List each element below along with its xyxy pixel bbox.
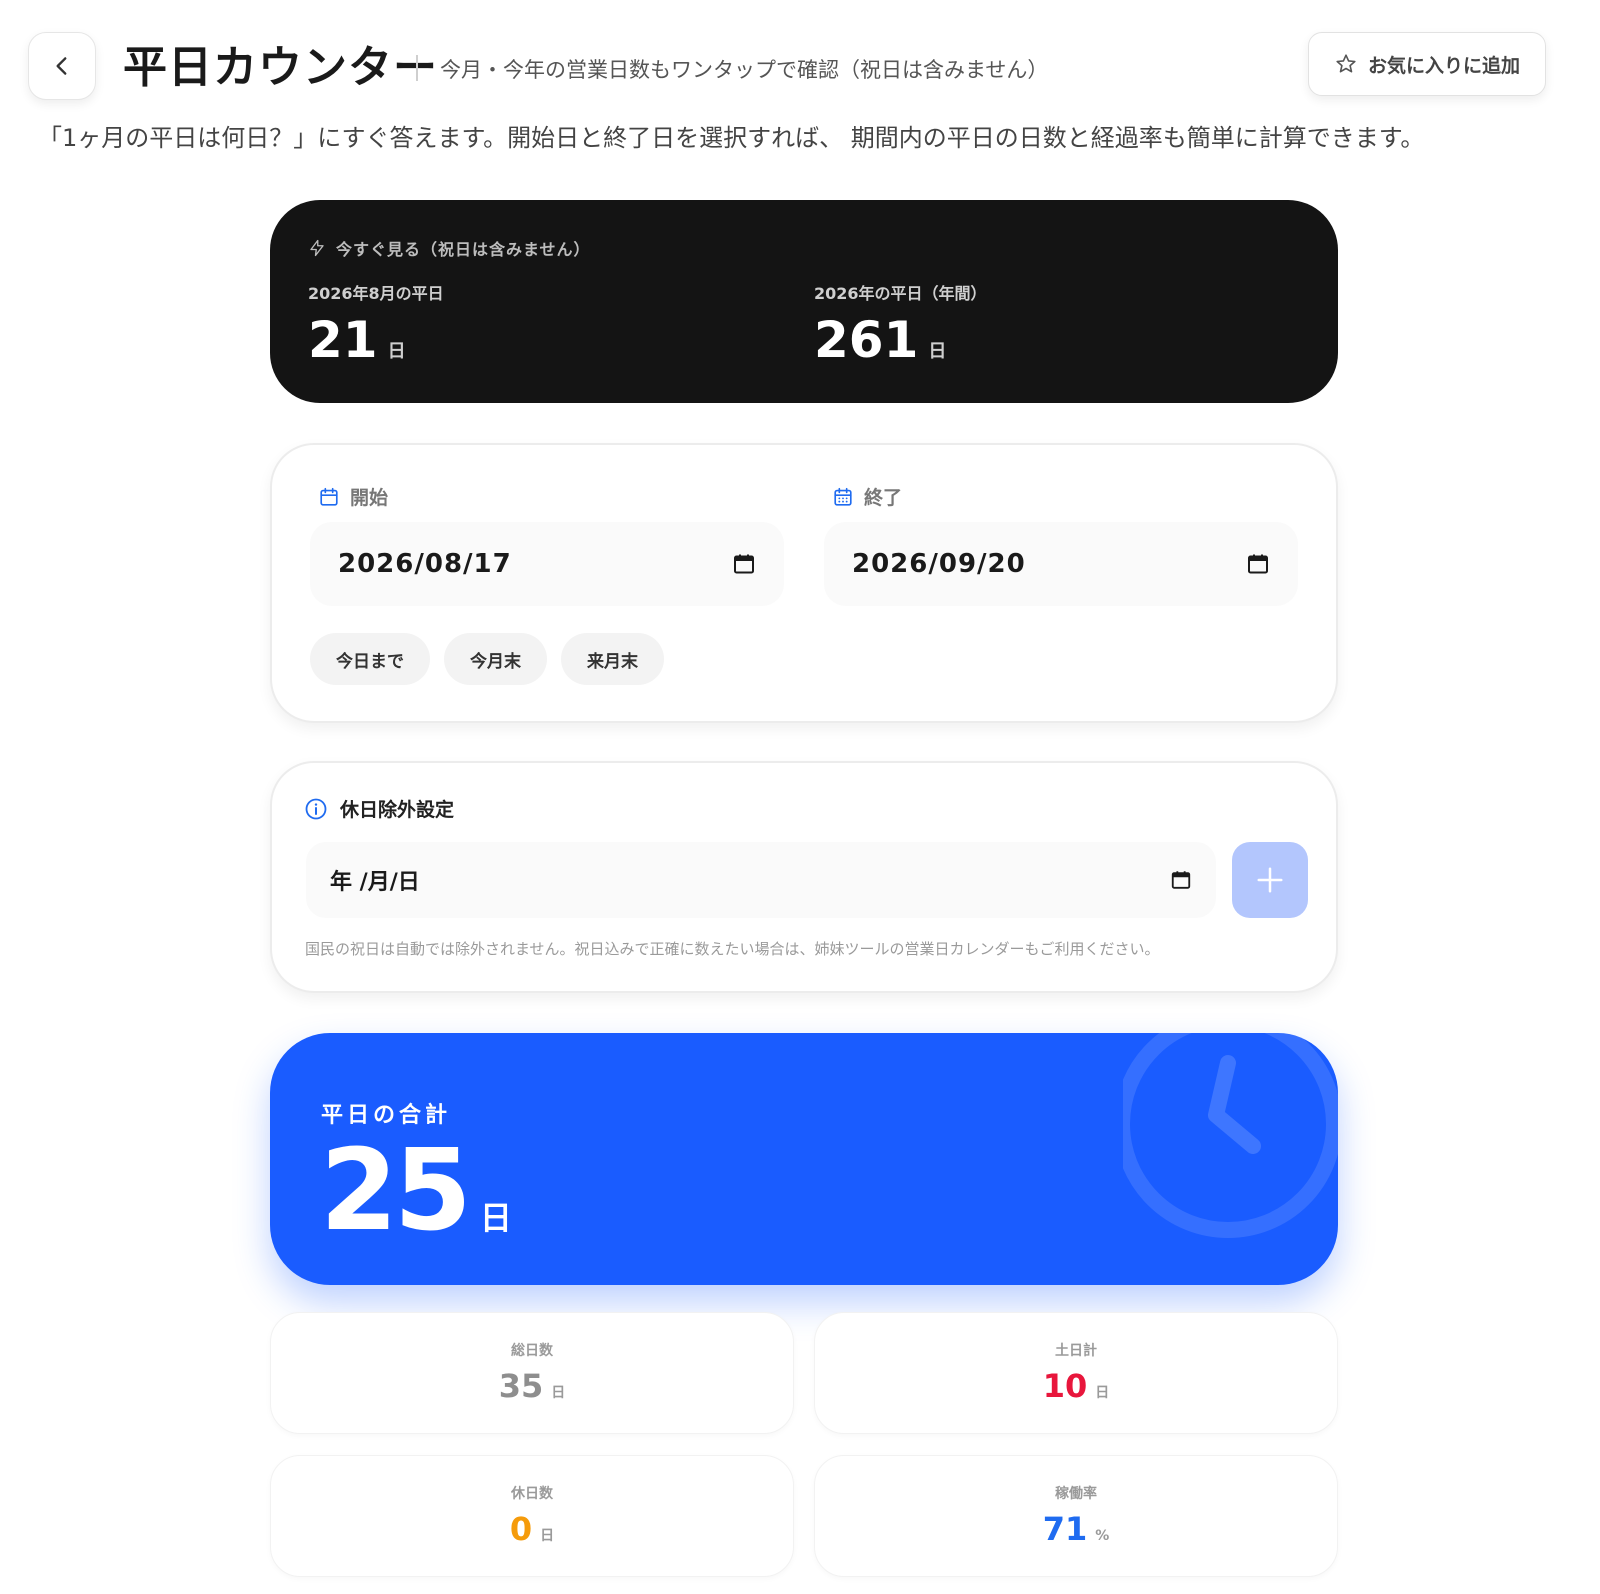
stat-label: 総日数 (511, 1343, 553, 1359)
stat-unit: 日 (1095, 1385, 1110, 1401)
holiday-date-placeholder: 年 /月/日 (330, 870, 420, 895)
page-title: 平日カウンター (123, 42, 438, 93)
end-date-value: 2026/09/20 (852, 549, 1026, 579)
page: 平日カウンター 今月・今年の営業日数もワンタップで確認（祝日は含みません） お気… (0, 0, 1600, 1594)
stat-value: 35 (498, 1367, 544, 1405)
holiday-date-input[interactable]: 年 /月/日 (306, 842, 1216, 918)
quick-year: 2026年の平日（年間） 261 日 (814, 280, 987, 368)
stat-value: 71 (1042, 1510, 1088, 1548)
page-subtitle: 今月・今年の営業日数もワンタップで確認（祝日は含みません） (440, 58, 1049, 82)
preset-until-today-button[interactable]: 今日まで (310, 633, 430, 685)
calendar-grid-icon (834, 487, 852, 506)
end-date-label-text: 終了 (864, 487, 903, 509)
start-date-label: 開始 (318, 483, 388, 510)
quick-year-unit: 日 (928, 341, 947, 362)
total-unit: 日 (479, 1199, 512, 1237)
stat-holiday-days: 休日数 0 日 (270, 1455, 794, 1577)
preset-end-of-month-button[interactable]: 今月末 (444, 633, 547, 685)
start-date-label-text: 開始 (350, 487, 389, 509)
lightning-icon (310, 239, 324, 257)
plus-icon (1257, 867, 1283, 893)
stat-unit: 日 (540, 1528, 555, 1544)
intro-text: 「1ヶ月の平日は何日？」にすぐ答えます。開始日と終了日を選択すれば、 期間内の平… (38, 124, 1425, 152)
stat-weekend-days: 土日計 10 日 (814, 1312, 1338, 1434)
star-outline-icon (1336, 54, 1356, 73)
stat-label: 土日計 (1055, 1343, 1097, 1359)
quick-view-heading-text: 今すぐ見る（祝日は含みません） (336, 240, 591, 259)
stat-label: 休日数 (511, 1486, 553, 1502)
calendar-picker-icon[interactable] (1246, 552, 1270, 576)
clock-icon (1123, 1033, 1338, 1238)
quick-month-value: 21 (308, 311, 378, 369)
preset-chips: 今日まで 今月末 来月末 (310, 633, 664, 685)
quick-month-unit: 日 (387, 341, 406, 362)
end-date-input[interactable]: 2026/09/20 (824, 522, 1298, 606)
chevron-left-icon (56, 57, 67, 75)
quick-month: 2026年8月の平日 21 日 (308, 280, 444, 368)
add-favorite-label: お気に入りに追加 (1367, 54, 1520, 77)
add-favorite-button[interactable]: お気に入りに追加 (1308, 32, 1546, 96)
stat-value: 10 (1042, 1367, 1088, 1405)
total-label: 平日の合計 (321, 1103, 452, 1128)
holiday-exclusion-card: 休日除外設定 年 /月/日 国民の祝日は自動では除外されません。祝日込みで正確に… (270, 761, 1338, 993)
stat-utilization-rate: 稼働率 71 % (814, 1455, 1338, 1577)
calendar-picker-icon[interactable] (732, 552, 756, 576)
stat-unit: 日 (551, 1385, 566, 1401)
stat-label: 稼働率 (1055, 1486, 1097, 1502)
stat-value: 0 (509, 1510, 533, 1548)
period-card: 開始 終了 2026/08/17 2026/09/20 今日まで 今月末 来月末 (270, 443, 1338, 723)
holiday-note: 国民の祝日は自動では除外されません。祝日込みで正確に数えたい場合は、姉妹ツールの… (305, 940, 1160, 958)
stat-unit: % (1095, 1528, 1110, 1544)
calendar-icon (320, 487, 338, 506)
start-date-value: 2026/08/17 (338, 549, 512, 579)
quick-month-label: 2026年8月の平日 (308, 284, 444, 303)
info-circle-icon (305, 798, 327, 819)
start-date-input[interactable]: 2026/08/17 (310, 522, 784, 606)
total-weekdays-card: 平日の合計 25 日 (270, 1033, 1338, 1285)
add-holiday-button[interactable] (1232, 842, 1308, 918)
back-button[interactable] (28, 32, 96, 100)
quick-year-value: 261 (814, 311, 919, 369)
preset-end-of-next-month-button[interactable]: 来月末 (561, 633, 664, 685)
calendar-picker-icon[interactable] (1170, 869, 1192, 891)
title-divider (416, 55, 418, 81)
quick-view-card: 今すぐ見る（祝日は含みません） 2026年8月の平日 21 日 2026年の平日… (270, 200, 1338, 403)
end-date-label: 終了 (832, 483, 902, 510)
quick-year-label: 2026年の平日（年間） (814, 284, 987, 303)
total-value: 25 (320, 1126, 472, 1256)
holiday-heading-text: 休日除外設定 (340, 799, 455, 821)
stat-total-days: 総日数 35 日 (270, 1312, 794, 1434)
holiday-heading: 休日除外設定 (304, 795, 454, 822)
quick-view-heading: 今すぐ見る（祝日は含みません） (308, 236, 591, 260)
